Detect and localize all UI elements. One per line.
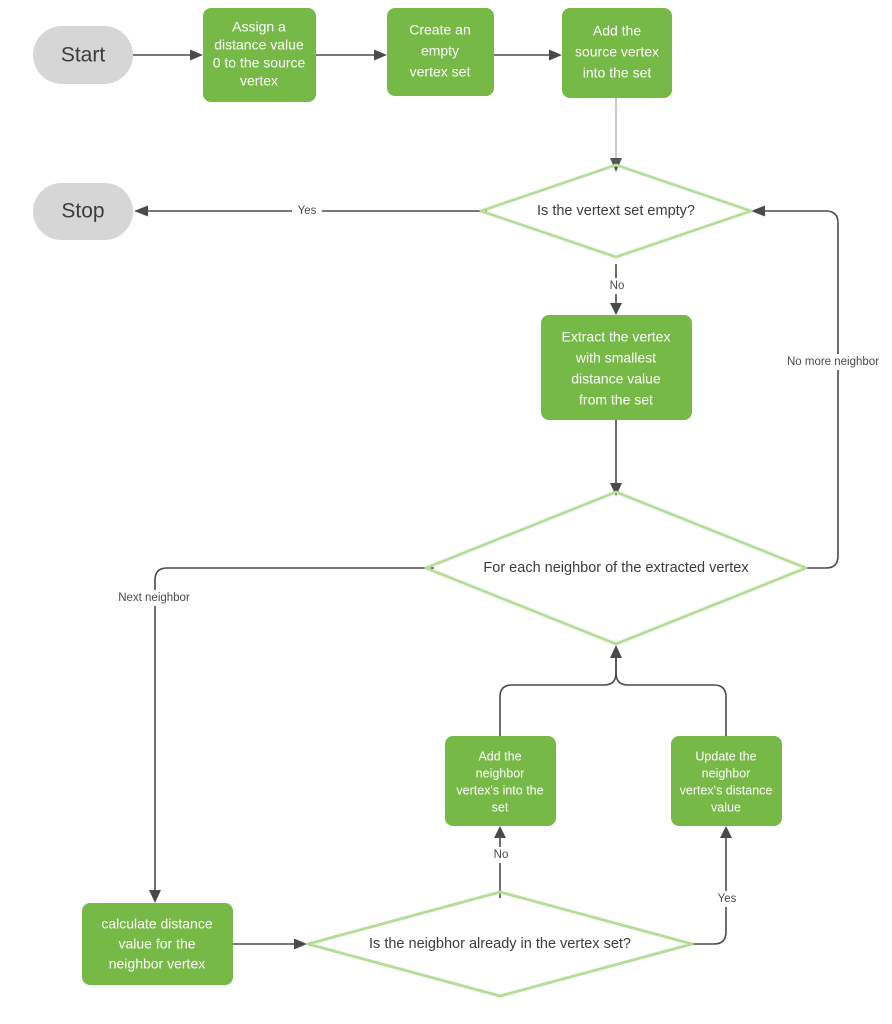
node-assign-distance-line-2: distance value [214, 37, 304, 53]
node-update-neighbor-distance-line-3: vertex's distance [680, 783, 773, 797]
node-add-neighbor-to-set-line-3: vertex's into the [456, 783, 543, 797]
connector-foreach-to-calculate: Next neighbor [106, 567, 434, 903]
node-decision-is-neighbor-in-set[interactable]: Is the neigbhor already in the vertex se… [306, 890, 694, 998]
node-assign-distance[interactable]: Assign a distance value 0 to the source … [203, 8, 316, 102]
node-create-empty-set-line-1: Create an [409, 22, 470, 38]
node-add-source-vertex-line-1: Add the [593, 23, 641, 39]
connector-neighbor-boxes-to-foreach [499, 645, 727, 736]
node-add-neighbor-to-set-line-1: Add the [478, 749, 521, 763]
node-create-empty-set-line-3: vertex set [410, 64, 471, 80]
node-update-neighbor-distance[interactable]: Update the neighbor vertex's distance va… [671, 736, 782, 826]
node-calculate-distance[interactable]: calculate distance value for the neighbo… [82, 903, 233, 985]
edge-label-yes-update-neighbor: Yes [718, 893, 737, 905]
connector-create-to-add-source [494, 49, 562, 61]
node-start[interactable]: Start [33, 26, 133, 84]
node-calculate-distance-line-3: neighbor vertex [109, 956, 206, 972]
node-decision-is-neighbor-in-set-label: Is the neigbhor already in the vertex se… [369, 936, 631, 952]
connector-decision-to-add-neighbor: No [488, 826, 514, 898]
node-assign-distance-line-3: 0 to the source [213, 55, 306, 71]
node-update-neighbor-distance-line-1: Update the [695, 749, 756, 763]
node-add-neighbor-to-set[interactable]: Add the neighbor vertex's into the set [445, 736, 556, 826]
node-extract-min-vertex-line-3: distance value [571, 371, 661, 387]
connector-assign-to-create [316, 49, 387, 61]
node-update-neighbor-distance-line-4: value [711, 800, 741, 814]
node-decision-for-each-neighbor-label: For each neighbor of the extracted verte… [483, 560, 749, 576]
edge-label-next-neighbor: Next neighbor [118, 592, 190, 604]
connector-decision-to-stop: Yes [134, 203, 487, 219]
node-decision-for-each-neighbor[interactable]: For each neighbor of the extracted verte… [424, 490, 808, 646]
node-assign-distance-line-1: Assign a [232, 19, 286, 35]
flowchart-svg: Yes No No more neighbor Next neighbor No… [33, 8, 892, 998]
node-stop-label: Stop [61, 200, 104, 223]
node-decision-is-set-empty[interactable]: Is the vertext set empty? [479, 163, 753, 259]
connector-start-to-assign [133, 49, 203, 61]
node-calculate-distance-line-1: calculate distance [101, 916, 213, 932]
node-add-neighbor-to-set-line-4: set [492, 800, 509, 814]
node-add-source-vertex-line-3: into the set [583, 65, 652, 81]
edge-label-no-add-neighbor: No [494, 849, 509, 861]
node-add-source-vertex-line-2: source vertex [575, 44, 659, 60]
node-update-neighbor-distance-line-2: neighbor [702, 766, 751, 780]
edge-label-no-more-neighbor: No more neighbor [787, 356, 879, 368]
edge-label-no-extract: No [610, 280, 625, 292]
connector-decision-to-update-neighbor: Yes [692, 826, 742, 945]
node-start-label: Start [61, 44, 106, 67]
edge-label-yes-stop: Yes [298, 205, 317, 217]
node-calculate-distance-line-2: value for the [118, 936, 195, 952]
node-create-empty-set[interactable]: Create an empty vertex set [387, 8, 494, 96]
connector-decision-to-extract: No [604, 264, 630, 315]
node-add-source-vertex[interactable]: Add the source vertex into the set [562, 8, 672, 98]
connector-calculate-to-decision [233, 938, 307, 950]
connector-add-source-to-decision [610, 98, 622, 172]
node-extract-min-vertex-line-1: Extract the vertex [562, 329, 671, 345]
node-stop[interactable]: Stop [33, 183, 133, 240]
node-decision-is-set-empty-label: Is the vertext set empty? [537, 203, 695, 219]
node-assign-distance-line-4: vertex [240, 73, 278, 89]
connector-foreach-to-decision-loop: No more neighbor [751, 205, 892, 569]
node-create-empty-set-line-2: empty [421, 43, 459, 59]
node-extract-min-vertex-line-4: from the set [579, 392, 653, 408]
node-add-neighbor-to-set-line-2: neighbor [476, 766, 525, 780]
flowchart-canvas: Yes No No more neighbor Next neighbor No… [0, 0, 892, 1024]
connector-extract-to-foreach [610, 420, 622, 496]
node-extract-min-vertex[interactable]: Extract the vertex with smallest distanc… [541, 315, 692, 420]
node-extract-min-vertex-line-2: with smallest [575, 350, 656, 366]
